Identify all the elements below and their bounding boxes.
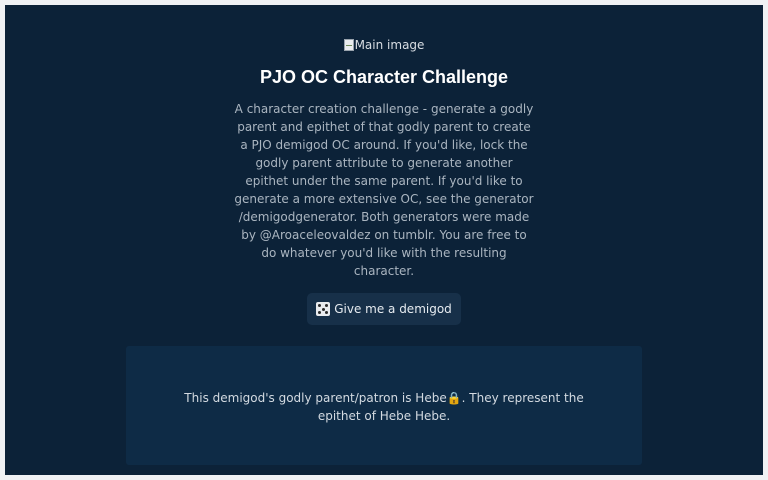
page-frame: Main image PJO OC Character Challenge A … [5, 5, 763, 475]
description-text: A character creation challenge - generat… [234, 102, 534, 278]
main-image-alt-text: Main image [354, 38, 425, 52]
dice-icon [316, 302, 331, 316]
result-panel: This demigod's godly parent/patron is He… [126, 346, 642, 465]
give-me-a-demigod-button[interactable]: Give me a demigod [307, 293, 461, 325]
result-text: This demigod's godly parent/patron is He… [184, 391, 584, 423]
page-title: PJO OC Character Challenge [259, 67, 509, 87]
broken-image-icon [343, 39, 354, 51]
generate-button-label: Give me a demigod [334, 302, 452, 316]
main-image: Main image [5, 37, 763, 53]
